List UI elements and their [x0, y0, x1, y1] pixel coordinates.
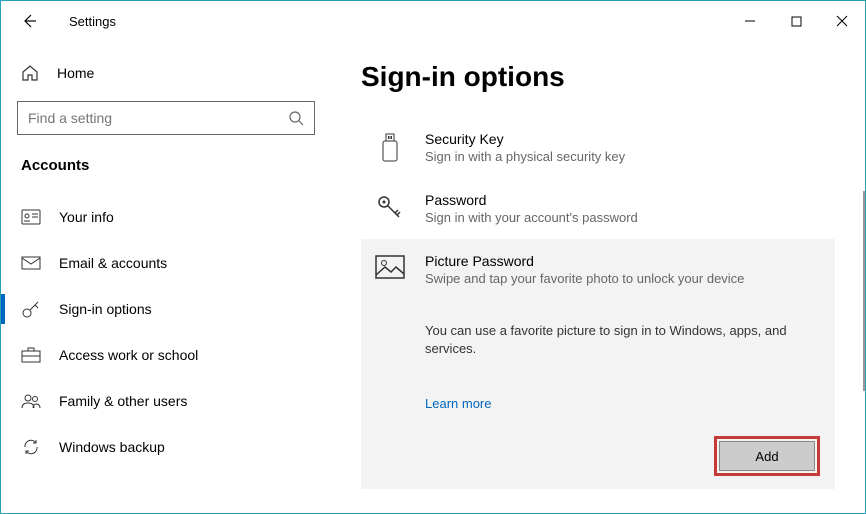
option-title: Picture Password: [425, 253, 821, 269]
home-icon: [21, 64, 39, 82]
back-button[interactable]: [21, 13, 45, 29]
search-input[interactable]: [28, 110, 280, 126]
usb-key-icon: [375, 131, 405, 164]
sidebar-item-access-work-school[interactable]: Access work or school: [17, 332, 315, 378]
option-desc: Swipe and tap your favorite photo to unl…: [425, 271, 821, 286]
page-title: Sign-in options: [361, 61, 835, 93]
picture-icon: [375, 253, 405, 286]
window-controls: [727, 1, 865, 41]
sidebar-item-sign-in-options[interactable]: Sign-in options: [17, 286, 315, 332]
option-password[interactable]: Password Sign in with your account's pas…: [361, 178, 835, 239]
sidebar-item-your-info[interactable]: Your info: [17, 194, 315, 240]
sync-icon: [21, 438, 41, 456]
sidebar-nav: Your info Email & accounts Sign-in optio…: [17, 194, 315, 470]
briefcase-icon: [21, 347, 41, 363]
option-title: Security Key: [425, 131, 821, 147]
window-title: Settings: [69, 14, 116, 29]
option-desc: Sign in with a physical security key: [425, 149, 821, 164]
sidebar-item-label: Windows backup: [59, 439, 165, 455]
search-icon: [288, 110, 304, 126]
option-desc: Sign in with your account's password: [425, 210, 821, 225]
option-security-key[interactable]: Security Key Sign in with a physical sec…: [361, 117, 835, 178]
home-label: Home: [57, 65, 94, 81]
learn-more-link[interactable]: Learn more: [375, 396, 821, 411]
sidebar-item-windows-backup[interactable]: Windows backup: [17, 424, 315, 470]
option-title: Password: [425, 192, 821, 208]
option-picture-password[interactable]: Picture Password Swipe and tap your favo…: [361, 239, 835, 489]
mail-icon: [21, 256, 41, 270]
sidebar-item-label: Email & accounts: [59, 255, 167, 271]
titlebar: Settings: [1, 1, 865, 41]
sidebar-item-label: Sign-in options: [59, 301, 152, 317]
sidebar-item-label: Your info: [59, 209, 114, 225]
minimize-icon: [744, 15, 756, 27]
key-icon: [375, 192, 405, 225]
minimize-button[interactable]: [727, 1, 773, 41]
option-detail: You can use a favorite picture to sign i…: [375, 322, 821, 358]
sidebar: Home Accounts Your info Email & accounts: [1, 41, 331, 513]
sidebar-item-label: Access work or school: [59, 347, 198, 363]
sidebar-item-email-accounts[interactable]: Email & accounts: [17, 240, 315, 286]
maximize-button[interactable]: [773, 1, 819, 41]
people-icon: [21, 393, 41, 409]
sidebar-item-family-other-users[interactable]: Family & other users: [17, 378, 315, 424]
close-button[interactable]: [819, 1, 865, 41]
close-icon: [836, 15, 848, 27]
key-icon: [21, 299, 41, 319]
search-box[interactable]: [17, 101, 315, 135]
maximize-icon: [791, 16, 802, 27]
arrow-left-icon: [21, 13, 37, 29]
id-card-icon: [21, 209, 41, 225]
home-nav[interactable]: Home: [17, 53, 315, 93]
sidebar-section-header: Accounts: [17, 157, 315, 174]
add-button[interactable]: Add: [719, 441, 815, 471]
scrollbar[interactable]: [863, 191, 865, 391]
sidebar-item-label: Family & other users: [59, 393, 187, 409]
main-panel: Sign-in options Security Key Sign in wit…: [331, 41, 865, 513]
